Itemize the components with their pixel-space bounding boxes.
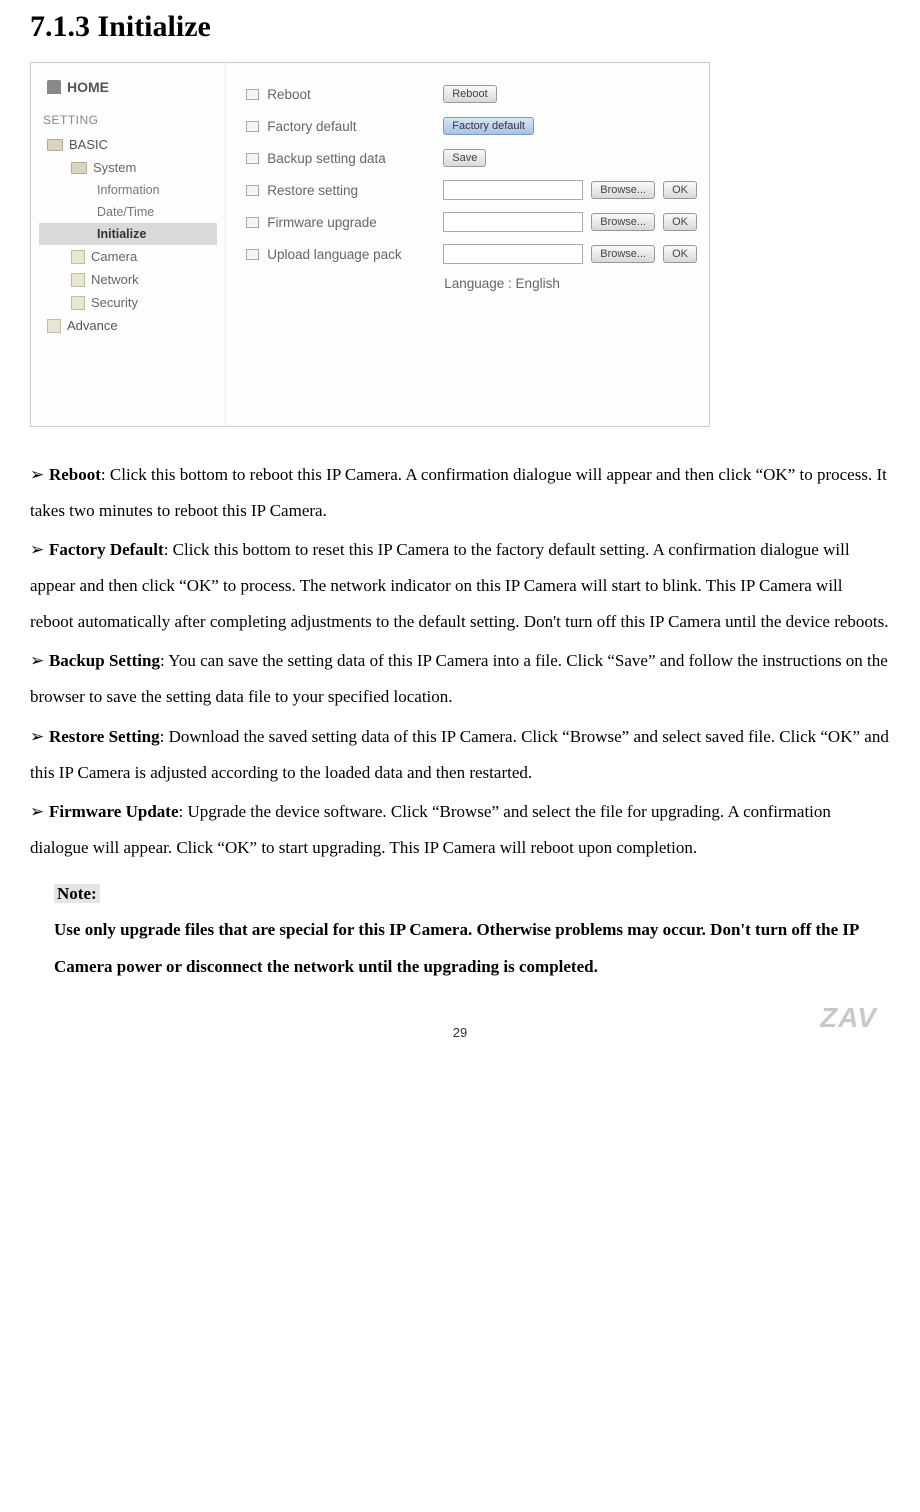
para-restore: ➢ Restore Setting: Download the saved se… bbox=[30, 719, 890, 790]
nav-network[interactable]: Network bbox=[31, 268, 225, 291]
doc-icon bbox=[71, 273, 85, 287]
nav-home-label: HOME bbox=[67, 79, 109, 95]
note-body: Use only upgrade files that are special … bbox=[54, 912, 890, 985]
nav-advance[interactable]: Advance bbox=[31, 314, 225, 337]
nav-basic-label: BASIC bbox=[69, 137, 108, 152]
save-button[interactable]: Save bbox=[443, 149, 486, 167]
restore-ok-button[interactable]: OK bbox=[663, 181, 697, 199]
home-icon bbox=[47, 80, 61, 94]
nav-information[interactable]: Information bbox=[31, 179, 225, 201]
footer-logo: ZAV bbox=[820, 1002, 890, 1034]
firmware-file-input[interactable] bbox=[443, 212, 583, 232]
nav-network-label: Network bbox=[91, 272, 139, 287]
nav-panel: HOME SETTING BASIC System Information Da… bbox=[31, 63, 226, 426]
para-reboot-title: Reboot bbox=[49, 465, 101, 484]
para-restore-title: Restore Setting bbox=[49, 727, 160, 746]
factory-default-button[interactable]: Factory default bbox=[443, 117, 534, 135]
nav-home[interactable]: HOME bbox=[31, 75, 225, 105]
nav-camera[interactable]: Camera bbox=[31, 245, 225, 268]
firmware-browse-button[interactable]: Browse... bbox=[591, 213, 655, 231]
bullet-icon: ➢ bbox=[30, 802, 49, 821]
page-icon bbox=[246, 185, 259, 196]
restore-label: Restore setting bbox=[267, 183, 435, 198]
restore-browse-button[interactable]: Browse... bbox=[591, 181, 655, 199]
language-file-input[interactable] bbox=[443, 244, 583, 264]
doc-icon bbox=[71, 296, 85, 310]
language-ok-button[interactable]: OK bbox=[663, 245, 697, 263]
row-reboot: Reboot Reboot bbox=[246, 78, 697, 110]
para-restore-body: : Download the saved setting data of thi… bbox=[30, 727, 889, 782]
page-number: 29 bbox=[30, 1025, 890, 1040]
firmware-label: Firmware upgrade bbox=[267, 215, 435, 230]
bullet-icon: ➢ bbox=[30, 540, 49, 559]
nav-basic[interactable]: BASIC bbox=[31, 133, 225, 156]
nav-system-label: System bbox=[93, 160, 136, 175]
nav-security[interactable]: Security bbox=[31, 291, 225, 314]
nav-system[interactable]: System bbox=[31, 156, 225, 179]
page-icon bbox=[246, 153, 259, 164]
language-display: Language : English bbox=[246, 276, 697, 291]
language-browse-button[interactable]: Browse... bbox=[591, 245, 655, 263]
factory-label: Factory default bbox=[267, 119, 435, 134]
para-backup: ➢ Backup Setting: You can save the setti… bbox=[30, 643, 890, 714]
row-language: Upload language pack Browse... OK bbox=[246, 238, 697, 270]
row-restore: Restore setting Browse... OK bbox=[246, 174, 697, 206]
ui-screenshot: HOME SETTING BASIC System Information Da… bbox=[30, 62, 710, 427]
page-icon bbox=[246, 217, 259, 228]
row-backup: Backup setting data Save bbox=[246, 142, 697, 174]
restore-file-input[interactable] bbox=[443, 180, 583, 200]
note-label: Note: bbox=[54, 884, 100, 903]
document-body: ➢ Reboot: Click this bottom to reboot th… bbox=[30, 457, 890, 985]
folder-icon bbox=[71, 162, 87, 174]
row-firmware: Firmware upgrade Browse... OK bbox=[246, 206, 697, 238]
bullet-icon: ➢ bbox=[30, 727, 49, 746]
para-factory-title: Factory Default bbox=[49, 540, 164, 559]
reboot-label: Reboot bbox=[267, 87, 435, 102]
backup-label: Backup setting data bbox=[267, 151, 435, 166]
para-reboot: ➢ Reboot: Click this bottom to reboot th… bbox=[30, 457, 890, 528]
reboot-button[interactable]: Reboot bbox=[443, 85, 496, 103]
doc-icon bbox=[71, 250, 85, 264]
nav-setting-label: SETTING bbox=[31, 105, 225, 133]
nav-camera-label: Camera bbox=[91, 249, 137, 264]
para-backup-title: Backup Setting bbox=[49, 651, 160, 670]
page-icon bbox=[246, 249, 259, 260]
nav-advance-label: Advance bbox=[67, 318, 118, 333]
folder-icon bbox=[47, 139, 63, 151]
page-icon bbox=[246, 121, 259, 132]
para-firmware: ➢ Firmware Update: Upgrade the device so… bbox=[30, 794, 890, 865]
row-factory: Factory default Factory default bbox=[246, 110, 697, 142]
settings-panel: Reboot Reboot Factory default Factory de… bbox=[226, 63, 709, 426]
bullet-icon: ➢ bbox=[30, 465, 49, 484]
language-label: Upload language pack bbox=[267, 247, 435, 262]
nav-initialize[interactable]: Initialize bbox=[39, 223, 217, 245]
para-firmware-title: Firmware Update bbox=[49, 802, 179, 821]
page-title: 7.1.3 Initialize bbox=[30, 10, 890, 44]
firmware-ok-button[interactable]: OK bbox=[663, 213, 697, 231]
bullet-icon: ➢ bbox=[30, 651, 49, 670]
page-icon bbox=[246, 89, 259, 100]
doc-icon bbox=[47, 319, 61, 333]
para-reboot-body: : Click this bottom to reboot this IP Ca… bbox=[30, 465, 887, 520]
note-block: Note: Use only upgrade files that are sp… bbox=[30, 876, 890, 986]
para-factory: ➢ Factory Default: Click this bottom to … bbox=[30, 532, 890, 639]
nav-security-label: Security bbox=[91, 295, 138, 310]
nav-datetime[interactable]: Date/Time bbox=[31, 201, 225, 223]
